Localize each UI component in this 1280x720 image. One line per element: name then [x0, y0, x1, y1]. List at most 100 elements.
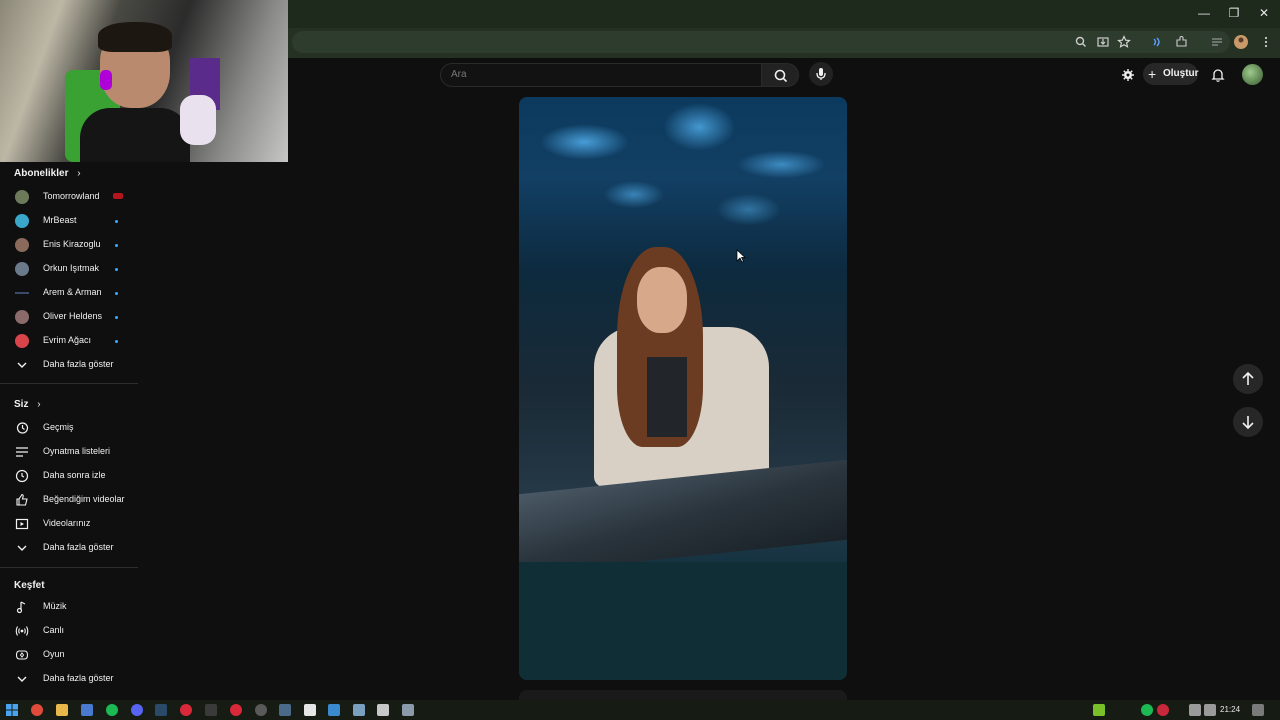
network-icon[interactable]: [1189, 704, 1201, 716]
subscription-item[interactable]: Tomorrowland: [0, 185, 138, 209]
app-icon[interactable]: [81, 704, 93, 716]
video-icon: [15, 518, 29, 530]
show-more-explore[interactable]: Daha fazla göster: [0, 667, 138, 691]
new-content-dot: [115, 340, 118, 343]
chevron-right-icon: ›: [37, 399, 41, 410]
subscription-item[interactable]: Arem & Arman: [0, 281, 138, 305]
tray-app-icon[interactable]: [1157, 704, 1169, 716]
new-content-dot: [115, 292, 118, 295]
zoom-icon[interactable]: [1073, 34, 1089, 50]
app-icon[interactable]: [230, 704, 242, 716]
gaming-icon: [15, 650, 29, 660]
bookmark-star-icon[interactable]: [1116, 34, 1132, 50]
reading-list-icon[interactable]: [1209, 34, 1225, 50]
sidebar-item-gaming[interactable]: Oyun: [0, 643, 138, 667]
channel-avatar: [15, 334, 29, 348]
subscription-item[interactable]: MrBeast: [0, 209, 138, 233]
channel-avatar: [15, 292, 29, 294]
sidebar-item-label: Oynatma listeleri: [43, 446, 111, 456]
sidebar-item-playlists[interactable]: Oynatma listeleri: [0, 440, 138, 464]
subscriptions-header[interactable]: Abonelikler ›: [14, 168, 81, 179]
profile-avatar-icon[interactable]: [1233, 34, 1249, 50]
channel-avatar: [15, 238, 29, 252]
sidebar-divider: [0, 383, 138, 384]
live-indicator: [113, 193, 123, 199]
windows-start-icon[interactable]: [6, 704, 18, 716]
sidebar-item-liked-videos[interactable]: Beğendiğim videolar: [0, 488, 138, 512]
subscription-item[interactable]: Orkun Işıtmak: [0, 257, 138, 281]
show-more-you[interactable]: Daha fazla göster: [0, 536, 138, 560]
voice-search-button[interactable]: [809, 62, 833, 86]
browser-menu-icon[interactable]: [1258, 34, 1274, 50]
notification-center-icon[interactable]: [1252, 704, 1264, 716]
app-icon[interactable]: [377, 704, 389, 716]
tray-nvidia-icon[interactable]: [1093, 704, 1105, 716]
subscription-item[interactable]: Evrim Ağacı: [0, 329, 138, 353]
next-short-preview[interactable]: [519, 690, 847, 700]
app-icon[interactable]: [402, 704, 414, 716]
channel-name: Tomorrowland: [43, 191, 100, 201]
subscription-item[interactable]: Enis Kirazoglu: [0, 233, 138, 257]
clock-time[interactable]: 21:24: [1220, 705, 1240, 714]
address-bar[interactable]: [292, 31, 1230, 53]
tray-spotify-icon[interactable]: [1141, 704, 1153, 716]
account-avatar[interactable]: [1242, 64, 1263, 85]
short-video-player[interactable]: [519, 97, 847, 680]
sidebar-item-label: Müzik: [43, 601, 67, 611]
sidebar-item-label: Geçmiş: [43, 422, 74, 432]
channel-avatar: [15, 310, 29, 324]
create-button[interactable]: + Oluştur: [1143, 63, 1199, 85]
extensions-puzzle-icon[interactable]: [1174, 34, 1190, 50]
app-icon[interactable]: [255, 704, 267, 716]
close-window-button[interactable]: ✕: [1254, 5, 1274, 21]
volume-icon[interactable]: [1204, 704, 1216, 716]
you-header[interactable]: Siz ›: [14, 399, 41, 410]
thumbs-up-icon: [16, 493, 28, 506]
install-app-icon[interactable]: [1095, 34, 1111, 50]
next-short-button[interactable]: [1233, 407, 1263, 437]
app-icon[interactable]: [353, 704, 365, 716]
music-icon: [16, 601, 26, 614]
channel-name: Oliver Heldens: [43, 311, 103, 321]
app-icon[interactable]: [205, 704, 217, 716]
chevron-down-icon: [17, 676, 27, 682]
sidebar-item-live[interactable]: Canlı: [0, 619, 138, 643]
steam-icon[interactable]: [155, 704, 167, 716]
clock-icon: [15, 469, 29, 483]
sidebar-item-your-videos[interactable]: Videolarınız: [0, 512, 138, 536]
channel-avatar: [15, 214, 29, 228]
sidebar-item-watch-later[interactable]: Daha sonra izle: [0, 464, 138, 488]
app-icon[interactable]: [180, 704, 192, 716]
history-icon: [16, 422, 29, 434]
previous-short-button[interactable]: [1233, 364, 1263, 394]
search-button[interactable]: [761, 63, 799, 87]
notifications-bell-icon[interactable]: [1210, 67, 1226, 83]
discord-icon[interactable]: [131, 704, 143, 716]
sidebar-divider: [0, 567, 138, 568]
channel-name: Evrim Ağacı: [43, 335, 92, 345]
search-icon: [774, 69, 788, 83]
search-input[interactable]: Ara: [440, 63, 762, 87]
arrow-down-icon: [1242, 416, 1254, 430]
sidebar-item-music[interactable]: Müzik: [0, 595, 138, 619]
app-icon[interactable]: [304, 704, 316, 716]
minimize-button[interactable]: —: [1194, 5, 1214, 21]
restore-button[interactable]: ❐: [1224, 5, 1244, 21]
chrome-icon[interactable]: [31, 704, 43, 716]
show-more-subscriptions[interactable]: Daha fazla göster: [0, 353, 138, 377]
webcam-overlay: [0, 0, 288, 162]
chevron-right-icon: ›: [77, 168, 81, 179]
spotify-icon[interactable]: [106, 704, 118, 716]
chevron-down-icon: [17, 362, 27, 368]
gear-sparkle-icon[interactable]: [1120, 67, 1136, 83]
show-more-label: Daha fazla göster: [43, 673, 114, 683]
plus-icon: +: [1148, 66, 1157, 82]
create-label: Oluştur: [1163, 68, 1199, 79]
file-explorer-icon[interactable]: [56, 704, 68, 716]
sidebar-item-label: Beğendiğim videolar: [43, 494, 125, 504]
app-icon[interactable]: [279, 704, 291, 716]
subscription-item[interactable]: Oliver Heldens: [0, 305, 138, 329]
extension-audio-icon[interactable]: [1149, 34, 1165, 50]
sidebar-item-history[interactable]: Geçmiş: [0, 416, 138, 440]
app-icon[interactable]: [328, 704, 340, 716]
